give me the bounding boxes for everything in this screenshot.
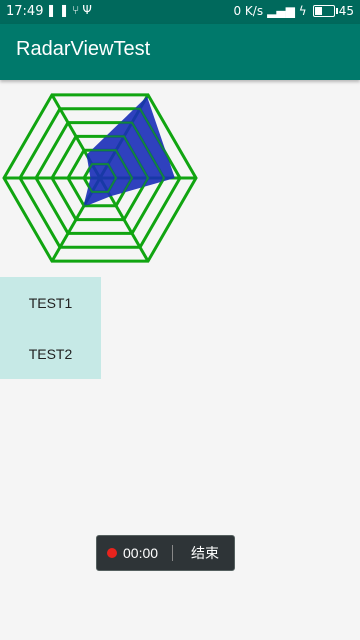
recorder-divider: [172, 545, 174, 561]
signal-icon: ▂▄▆: [267, 4, 295, 18]
status-right: 0 K/s ▂▄▆ ϟ 45: [233, 4, 354, 18]
radar-value-area: [83, 96, 175, 208]
recorder-time: 00:00: [123, 545, 159, 561]
battery-percent: 45: [338, 4, 354, 18]
status-left-icons: ❚❚⑂Ψ: [46, 3, 95, 17]
charging-icon: ϟ: [298, 4, 307, 18]
radar-chart: [2, 93, 198, 263]
network-speed: 0 K/s: [233, 4, 264, 18]
app-bar: RadarViewTest: [0, 24, 360, 80]
battery-icon: [312, 5, 338, 17]
status-bar: 17:49 ❚❚⑂Ψ 0 K/s ▂▄▆ ϟ 45: [0, 0, 360, 24]
screen-recorder-widget: 00:00 结束: [96, 535, 235, 571]
status-time: 17:49: [6, 4, 44, 19]
record-icon: [107, 548, 117, 558]
usb-share-icon: ⑂: [72, 3, 83, 17]
usb-icon: Ψ: [82, 3, 95, 17]
button-group: TEST1 TEST2: [0, 277, 101, 379]
end-recording-button[interactable]: 结束: [191, 543, 219, 563]
pause-icon: ❚❚: [46, 3, 73, 17]
test1-button[interactable]: TEST1: [0, 277, 101, 328]
app-title: RadarViewTest: [16, 38, 151, 60]
test2-button[interactable]: TEST2: [0, 328, 101, 379]
